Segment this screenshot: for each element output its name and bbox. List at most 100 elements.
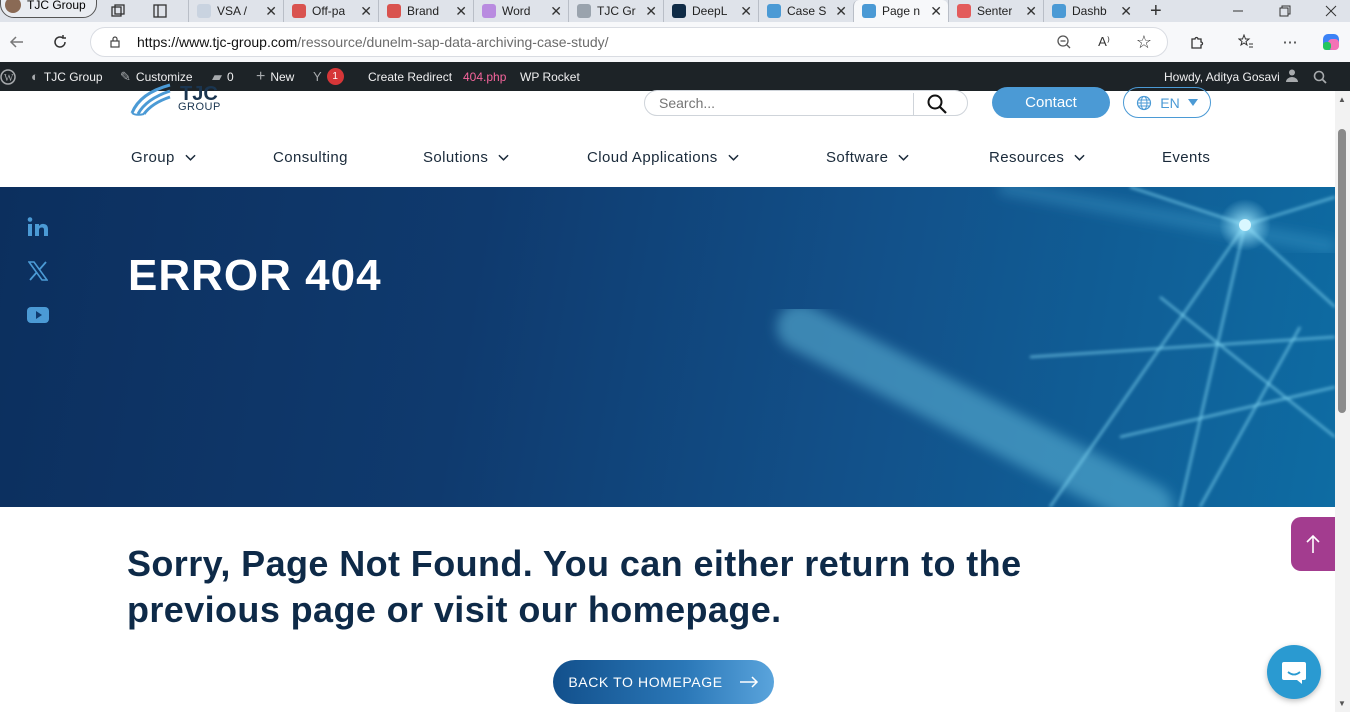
admin-search-icon[interactable]: [1313, 62, 1327, 91]
contact-button[interactable]: Contact: [992, 87, 1110, 118]
tjc-logo[interactable]: TJC GROUP: [130, 83, 230, 121]
restore-icon[interactable]: [1279, 0, 1291, 22]
tab-list: VSA / ✕ Off-pa ✕ Brand ✕ Word ✕ TJC Gr ✕ DeepL ✕ Cas…: [188, 0, 1138, 22]
logo-subtext: GROUP: [178, 101, 221, 113]
minimize-icon[interactable]: [1232, 0, 1244, 22]
tab-title: Off-pa: [312, 4, 346, 18]
chevron-down-icon: [728, 154, 739, 161]
favorites-bar-icon[interactable]: [1235, 31, 1257, 53]
lock-icon[interactable]: [109, 36, 121, 48]
svg-text:W: W: [4, 73, 14, 84]
close-window-icon[interactable]: [1325, 0, 1337, 22]
favorite-star-icon[interactable]: ☆: [1133, 31, 1155, 53]
tab-title: Case S: [787, 4, 827, 18]
not-found-message: Sorry, Page Not Found. You can either re…: [127, 543, 1022, 630]
new-tab-icon[interactable]: +: [1150, 0, 1162, 22]
menu-item-software[interactable]: Software: [826, 149, 910, 166]
menu-item-consulting[interactable]: Consulting: [273, 149, 348, 166]
site-search: [644, 90, 968, 116]
menu-item-events[interactable]: Events: [1162, 149, 1210, 166]
browser-tab[interactable]: VSA / ✕: [188, 0, 283, 22]
tab-close-icon[interactable]: ✕: [645, 3, 657, 20]
back-to-homepage-button[interactable]: BACK TO HOMEPAGE: [553, 660, 774, 704]
browser-tab-strip: TJC Group VSA / ✕ Off-pa ✕ Brand ✕ Word ✕ TJC Gr…: [0, 0, 1350, 22]
scroll-down-arrow-icon[interactable]: ▼: [1338, 699, 1346, 708]
admin-site-name[interactable]: ◐ TJC Group: [31, 62, 103, 91]
chat-bubble-icon: [1282, 662, 1306, 684]
menu-item-group[interactable]: Group: [131, 149, 196, 166]
tab-title: VSA /: [217, 4, 248, 18]
tab-close-icon[interactable]: ✕: [740, 3, 752, 20]
browser-tab[interactable]: Brand ✕: [378, 0, 473, 22]
tab-close-icon[interactable]: ✕: [835, 3, 847, 20]
admin-site-name-label: TJC Group: [43, 69, 103, 84]
tab-title: Dashb: [1072, 4, 1107, 18]
address-bar[interactable]: https://www.tjc-group.com/ressource/dune…: [90, 27, 1168, 57]
error-title: ERROR 404: [128, 251, 382, 300]
back-to-homepage-label: BACK TO HOMEPAGE: [568, 674, 723, 690]
tab-close-icon[interactable]: ✕: [360, 3, 372, 20]
menu-item-label: Consulting: [273, 149, 348, 166]
more-menu-icon[interactable]: ⋯: [1279, 31, 1301, 53]
browser-tab[interactable]: DeepL ✕: [663, 0, 758, 22]
menu-item-label: Solutions: [423, 149, 489, 166]
tab-title: Page n: [882, 4, 921, 18]
search-icon[interactable]: [926, 93, 948, 120]
caret-down-icon: [1187, 98, 1198, 106]
scroll-up-arrow-icon[interactable]: ▲: [1338, 95, 1346, 104]
admin-template-file[interactable]: 404.php: [463, 62, 506, 91]
read-aloud-icon[interactable]: A⁾: [1093, 31, 1115, 53]
refresh-icon[interactable]: [49, 31, 71, 53]
page-scrollbar[interactable]: ▲ ▼: [1335, 91, 1350, 712]
browser-tab[interactable]: Page n ✕: [853, 0, 948, 22]
tab-favicon-icon: [1052, 4, 1066, 18]
tab-favicon-icon: [482, 4, 496, 18]
browser-tab[interactable]: TJC Gr ✕: [568, 0, 663, 22]
zoom-out-icon[interactable]: [1053, 31, 1075, 53]
tab-favicon-icon: [292, 4, 306, 18]
chevron-down-icon: [498, 154, 509, 161]
chat-widget-button[interactable]: [1267, 645, 1321, 699]
admin-create-redirect[interactable]: Create Redirect: [368, 62, 452, 91]
copilot-icon[interactable]: [1320, 31, 1342, 53]
extensions-icon[interactable]: [1186, 31, 1208, 53]
x-twitter-icon[interactable]: [26, 259, 50, 283]
workspaces-icon[interactable]: [110, 0, 126, 22]
youtube-icon[interactable]: [26, 303, 50, 327]
tab-close-icon[interactable]: ✕: [455, 3, 467, 20]
browser-tab[interactable]: Senter ✕: [948, 0, 1043, 22]
tab-close-icon[interactable]: ✕: [550, 3, 562, 20]
language-selector[interactable]: EN: [1123, 87, 1211, 118]
tab-close-icon[interactable]: ✕: [265, 3, 277, 20]
linkedin-icon[interactable]: [26, 215, 50, 239]
chevron-down-icon: [1074, 154, 1085, 161]
admin-yoast[interactable]: Y 1: [313, 62, 344, 91]
menu-item-resources[interactable]: Resources: [989, 149, 1085, 166]
search-input[interactable]: [657, 92, 917, 114]
profile-avatar: [5, 0, 21, 13]
tab-close-icon[interactable]: ✕: [1120, 3, 1132, 20]
back-arrow-icon[interactable]: [6, 31, 28, 53]
admin-comments-count: 0: [227, 69, 234, 84]
admin-wp-rocket[interactable]: WP Rocket: [520, 62, 580, 91]
tab-favicon-icon: [957, 4, 971, 18]
browser-tab[interactable]: Case S ✕: [758, 0, 853, 22]
admin-template-label: 404.php: [463, 69, 507, 84]
browser-tab[interactable]: Dashb ✕: [1043, 0, 1138, 22]
menu-item-solutions[interactable]: Solutions: [423, 149, 509, 166]
menu-item-cloud-applications[interactable]: Cloud Applications: [587, 149, 739, 166]
tab-close-icon[interactable]: ✕: [1025, 3, 1037, 20]
arrow-up-icon: [1306, 534, 1320, 553]
profile-tab[interactable]: TJC Group: [0, 0, 97, 18]
wordpress-logo-icon[interactable]: W: [0, 62, 16, 91]
vertical-tabs-icon[interactable]: [152, 0, 168, 22]
browser-tab[interactable]: Word ✕: [473, 0, 568, 22]
browser-tab[interactable]: Off-pa ✕: [283, 0, 378, 22]
admin-new[interactable]: + New: [256, 62, 294, 91]
scrollbar-thumb[interactable]: [1338, 129, 1346, 413]
tab-close-icon[interactable]: ✕: [930, 3, 942, 20]
scroll-to-top-button[interactable]: [1291, 517, 1335, 571]
tab-favicon-icon: [387, 4, 401, 18]
chevron-down-icon: [185, 154, 196, 161]
menu-item-label: Group: [131, 149, 175, 166]
